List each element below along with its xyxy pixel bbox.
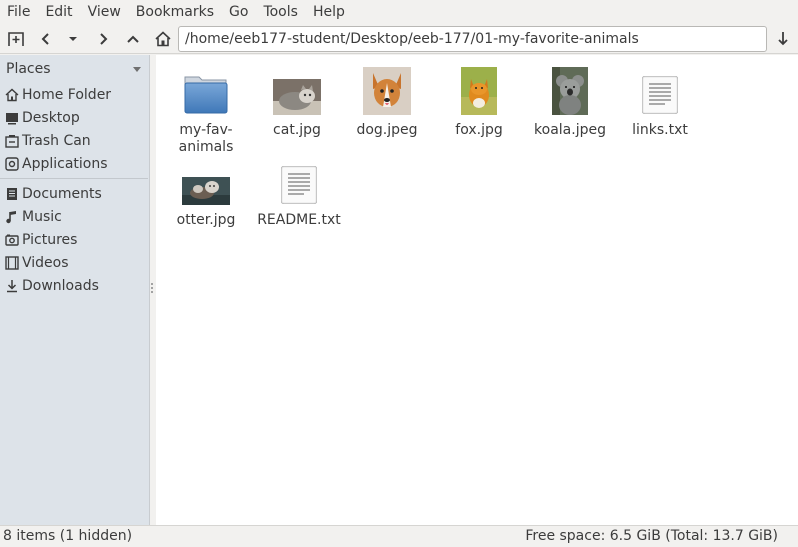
sidebar-item-label: Documents xyxy=(22,185,102,202)
go-button[interactable] xyxy=(771,27,795,51)
location-bar[interactable]: /home/eeb177-student/Desktop/eeb-177/01-… xyxy=(178,26,767,52)
dog-photo-thumbnail xyxy=(363,67,411,115)
history-dropdown-button[interactable] xyxy=(61,27,85,51)
file-item-folder[interactable]: my-fav- animals xyxy=(160,65,252,156)
sidebar-item-label: Videos xyxy=(22,254,69,271)
menu-bar: File Edit View Bookmarks Go Tools Help xyxy=(0,0,798,24)
sidebar-item-label: Desktop xyxy=(22,109,80,126)
status-bar: 8 items (1 hidden) Free space: 6.5 GiB (… xyxy=(0,525,798,547)
videos-icon xyxy=(4,255,20,271)
pictures-icon xyxy=(4,232,20,248)
menu-bookmarks[interactable]: Bookmarks xyxy=(129,0,222,24)
back-icon xyxy=(41,33,49,45)
file-label: README.txt xyxy=(257,212,341,228)
folder-icon xyxy=(184,76,228,114)
menu-tools[interactable]: Tools xyxy=(256,0,306,24)
file-item-koala[interactable]: koala.jpeg xyxy=(524,65,616,139)
sidebar-item-home-folder[interactable]: Home Folder xyxy=(0,83,149,106)
file-label: my-fav- xyxy=(179,122,233,138)
applications-icon xyxy=(4,156,20,172)
sidebar-item-videos[interactable]: Videos xyxy=(0,251,149,274)
documents-icon xyxy=(4,186,20,202)
file-item-otter[interactable]: otter.jpg xyxy=(160,155,252,229)
downloads-icon xyxy=(4,278,20,294)
file-label: links.txt xyxy=(632,122,688,138)
new-tab-icon xyxy=(8,32,24,46)
koala-photo-thumbnail xyxy=(552,67,588,115)
new-tab-button[interactable] xyxy=(4,27,28,51)
up-button[interactable] xyxy=(121,27,145,51)
menu-edit[interactable]: Edit xyxy=(38,0,80,24)
sidebar-item-label: Downloads xyxy=(22,277,99,294)
sidebar-divider xyxy=(0,178,148,179)
menu-go[interactable]: Go xyxy=(222,0,256,24)
menu-file[interactable]: File xyxy=(0,0,38,24)
file-label: cat.jpg xyxy=(273,122,321,138)
file-label: dog.jpeg xyxy=(356,122,418,138)
sidebar-item-trash[interactable]: Trash Can xyxy=(0,129,149,152)
trash-icon xyxy=(4,133,20,149)
file-view: my-fav- animals cat.jpg dog.jpeg fox.jpg… xyxy=(156,55,798,525)
sidebar-item-music[interactable]: Music xyxy=(0,205,149,228)
sidebar-item-pictures[interactable]: Pictures xyxy=(0,228,149,251)
back-button[interactable] xyxy=(34,27,58,51)
up-icon xyxy=(127,35,139,43)
text-file-icon xyxy=(642,76,678,114)
home-folder-icon xyxy=(4,87,20,103)
desktop-icon xyxy=(4,110,20,126)
home-icon xyxy=(155,31,171,47)
fox-photo-thumbnail xyxy=(461,67,497,115)
sidebar-item-downloads[interactable]: Downloads xyxy=(0,274,149,297)
home-button[interactable] xyxy=(151,27,175,51)
file-item-cat[interactable]: cat.jpg xyxy=(251,65,343,139)
menu-help[interactable]: Help xyxy=(306,0,353,24)
text-file-icon xyxy=(281,166,317,204)
file-label: koala.jpeg xyxy=(534,122,606,138)
chevron-down-icon[interactable] xyxy=(132,67,142,73)
sidebar-item-label: Trash Can xyxy=(22,132,91,149)
file-label: animals xyxy=(178,139,234,155)
sidebar-item-applications[interactable]: Applications xyxy=(0,152,149,175)
otter-photo-thumbnail xyxy=(182,177,230,205)
go-icon xyxy=(778,32,788,46)
sidebar-item-label: Applications xyxy=(22,155,108,172)
free-space: Free space: 6.5 GiB (Total: 13.7 GiB) xyxy=(525,528,778,544)
file-item-readme-txt[interactable]: README.txt xyxy=(253,155,345,229)
sidebar-item-documents[interactable]: Documents xyxy=(0,182,149,205)
file-item-dog[interactable]: dog.jpeg xyxy=(341,65,433,139)
sidebar-item-label: Music xyxy=(22,208,62,225)
sidebar-item-desktop[interactable]: Desktop xyxy=(0,106,149,129)
music-icon xyxy=(4,209,20,225)
forward-icon xyxy=(100,33,108,45)
sidebar-item-label: Pictures xyxy=(22,231,78,248)
forward-button[interactable] xyxy=(91,27,115,51)
toolbar: /home/eeb177-student/Desktop/eeb-177/01-… xyxy=(0,24,798,54)
menu-view[interactable]: View xyxy=(81,0,129,24)
sidebar: Places Home Folder Desktop Trash Can App… xyxy=(0,55,150,525)
file-item-fox[interactable]: fox.jpg xyxy=(433,65,525,139)
sidebar-item-label: Home Folder xyxy=(22,86,112,103)
file-item-links-txt[interactable]: links.txt xyxy=(614,65,706,139)
history-dropdown-icon xyxy=(69,37,77,41)
places-header[interactable]: Places xyxy=(0,55,149,83)
file-label: otter.jpg xyxy=(176,212,236,228)
cat-photo-thumbnail xyxy=(273,79,321,115)
item-count: 8 items (1 hidden) xyxy=(3,528,133,544)
places-label: Places xyxy=(6,61,51,77)
file-label: fox.jpg xyxy=(455,122,503,138)
